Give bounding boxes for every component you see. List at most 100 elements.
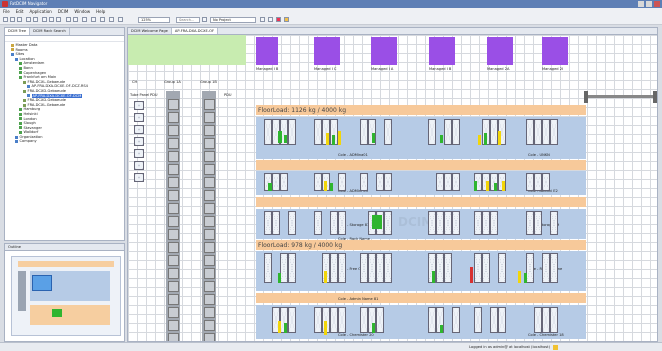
rack[interactable] bbox=[550, 119, 558, 145]
search-icon[interactable] bbox=[202, 17, 207, 22]
rack[interactable] bbox=[272, 173, 280, 191]
layers-icon[interactable] bbox=[109, 17, 114, 22]
redo-icon[interactable] bbox=[33, 17, 38, 22]
rack[interactable] bbox=[526, 119, 534, 145]
print-icon[interactable] bbox=[17, 17, 22, 22]
rack[interactable] bbox=[550, 211, 558, 235]
rack[interactable] bbox=[526, 211, 534, 235]
rack[interactable] bbox=[482, 253, 490, 283]
rack[interactable] bbox=[542, 253, 550, 283]
menu-file[interactable]: File bbox=[3, 8, 10, 15]
close-icon[interactable] bbox=[654, 1, 660, 7]
rack[interactable] bbox=[526, 253, 534, 283]
rack[interactable] bbox=[498, 307, 506, 333]
rack[interactable] bbox=[338, 307, 346, 333]
rack[interactable] bbox=[330, 211, 338, 235]
rack[interactable] bbox=[376, 307, 384, 333]
help-icon[interactable] bbox=[118, 17, 123, 22]
tree-item[interactable]: Company bbox=[7, 139, 124, 144]
tab-dcim-rack-search[interactable]: DCIM Rack Search bbox=[30, 28, 70, 35]
rack[interactable] bbox=[474, 307, 482, 333]
menu-application[interactable]: Application bbox=[29, 8, 51, 15]
rack[interactable] bbox=[384, 253, 392, 283]
rack[interactable] bbox=[526, 173, 534, 191]
rack[interactable] bbox=[280, 173, 288, 191]
grid-icon[interactable] bbox=[91, 17, 96, 22]
undo-icon[interactable] bbox=[26, 17, 31, 22]
rack[interactable] bbox=[550, 307, 558, 333]
rack[interactable] bbox=[338, 211, 346, 235]
filter-icon[interactable] bbox=[100, 17, 105, 22]
rack[interactable] bbox=[134, 137, 144, 146]
rack[interactable] bbox=[376, 253, 384, 283]
rack[interactable] bbox=[314, 173, 322, 191]
rack[interactable] bbox=[288, 253, 296, 283]
rack[interactable] bbox=[280, 253, 288, 283]
rack[interactable] bbox=[360, 173, 368, 191]
rack[interactable] bbox=[534, 173, 542, 191]
menu-help[interactable]: Help bbox=[96, 8, 105, 15]
rack[interactable] bbox=[428, 307, 436, 333]
new-icon[interactable] bbox=[3, 17, 8, 22]
rack[interactable] bbox=[542, 173, 550, 191]
rack[interactable] bbox=[134, 161, 144, 170]
purple-unit[interactable] bbox=[429, 37, 455, 65]
rack[interactable] bbox=[534, 119, 542, 145]
rack[interactable] bbox=[542, 307, 550, 333]
menu-edit[interactable]: Edit bbox=[16, 8, 24, 15]
tab-welcome-page[interactable]: DCIM Welcome Page bbox=[128, 28, 172, 34]
rack[interactable] bbox=[314, 211, 322, 235]
rack[interactable] bbox=[490, 307, 498, 333]
rack[interactable] bbox=[444, 211, 452, 235]
rack[interactable] bbox=[534, 307, 542, 333]
purple-unit[interactable] bbox=[314, 37, 340, 65]
refresh-icon[interactable] bbox=[82, 17, 87, 22]
rack[interactable] bbox=[384, 119, 392, 145]
purple-unit[interactable] bbox=[487, 37, 513, 65]
search-input[interactable]: Search... bbox=[176, 17, 200, 23]
rack[interactable] bbox=[264, 253, 272, 283]
rack[interactable] bbox=[288, 211, 296, 235]
rack[interactable] bbox=[452, 307, 460, 333]
rack[interactable] bbox=[360, 119, 368, 145]
save-icon[interactable] bbox=[10, 17, 15, 22]
menu-window[interactable]: Window bbox=[74, 8, 90, 15]
rack[interactable] bbox=[428, 211, 436, 235]
rack[interactable] bbox=[288, 307, 296, 333]
rack[interactable] bbox=[288, 119, 296, 145]
rack[interactable] bbox=[474, 253, 482, 283]
rack[interactable] bbox=[360, 307, 368, 333]
tools-icon[interactable] bbox=[268, 17, 273, 22]
menu-dcim[interactable]: DCIM bbox=[58, 8, 69, 15]
paste-icon[interactable] bbox=[56, 17, 61, 22]
rack[interactable] bbox=[534, 211, 542, 235]
rack[interactable] bbox=[452, 119, 460, 145]
rack[interactable] bbox=[384, 211, 392, 235]
rack[interactable] bbox=[444, 173, 452, 191]
rack[interactable] bbox=[498, 253, 506, 283]
rack[interactable] bbox=[330, 253, 338, 283]
rack[interactable] bbox=[436, 211, 444, 235]
rack[interactable] bbox=[314, 307, 322, 333]
rack[interactable] bbox=[444, 119, 452, 145]
rack[interactable] bbox=[134, 101, 144, 110]
copy-icon[interactable] bbox=[49, 17, 54, 22]
outline-preview[interactable] bbox=[11, 256, 121, 336]
zoom-select[interactable]: 125% bbox=[138, 17, 170, 23]
rack[interactable] bbox=[134, 149, 144, 158]
rack[interactable] bbox=[264, 211, 272, 235]
rack[interactable] bbox=[490, 119, 498, 145]
rack[interactable] bbox=[428, 119, 436, 145]
rack[interactable] bbox=[482, 211, 490, 235]
purple-unit[interactable] bbox=[256, 37, 278, 65]
rack[interactable] bbox=[436, 173, 444, 191]
minimize-icon[interactable] bbox=[638, 1, 644, 7]
rack[interactable] bbox=[376, 173, 384, 191]
rack[interactable] bbox=[436, 253, 444, 283]
rack[interactable] bbox=[272, 211, 280, 235]
floorplan-canvas[interactable]: Managed I B Managed I C Managed I A Mana… bbox=[128, 35, 657, 341]
project-select[interactable]: No Project bbox=[210, 17, 256, 23]
rack[interactable] bbox=[338, 173, 346, 191]
rack[interactable] bbox=[550, 253, 558, 283]
rack[interactable] bbox=[330, 307, 338, 333]
